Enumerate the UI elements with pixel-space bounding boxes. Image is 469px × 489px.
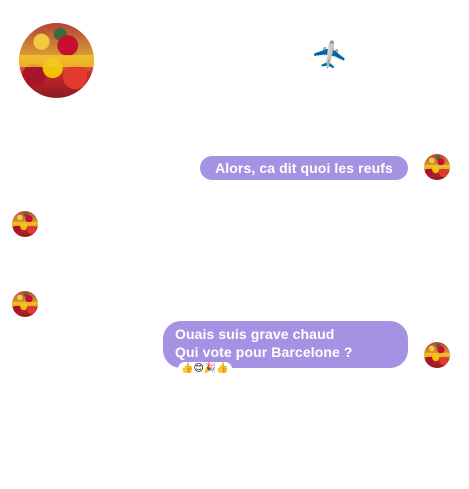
avatar-photo-detail: [424, 352, 450, 358]
message-reactions[interactable]: 👍😊🎉👍: [178, 362, 232, 376]
avatar-photo-detail: [12, 221, 38, 227]
message-text: Alors, ca dit quoi les reufs: [215, 160, 393, 176]
group-avatar[interactable]: [19, 23, 94, 98]
sender-avatar-4[interactable]: [424, 342, 450, 368]
avatar-photo-detail: [12, 301, 38, 307]
message-text-line-1: Ouais suis grave chaud: [175, 326, 335, 342]
sender-avatar-2[interactable]: [12, 211, 38, 237]
sender-avatar-1[interactable]: [424, 154, 450, 180]
airplane-icon: ✈️: [312, 39, 349, 76]
message-bubble-4[interactable]: Ouais suis grave chaud Qui vote pour Bar…: [163, 321, 408, 368]
avatar-photo-detail: [19, 54, 94, 67]
message-text-line-2: Qui vote pour Barcelone ?: [175, 344, 353, 360]
avatar-photo-detail: [424, 164, 450, 170]
sender-avatar-3[interactable]: [12, 291, 38, 317]
message-bubble-1[interactable]: Alors, ca dit quoi les reufs: [200, 156, 408, 180]
